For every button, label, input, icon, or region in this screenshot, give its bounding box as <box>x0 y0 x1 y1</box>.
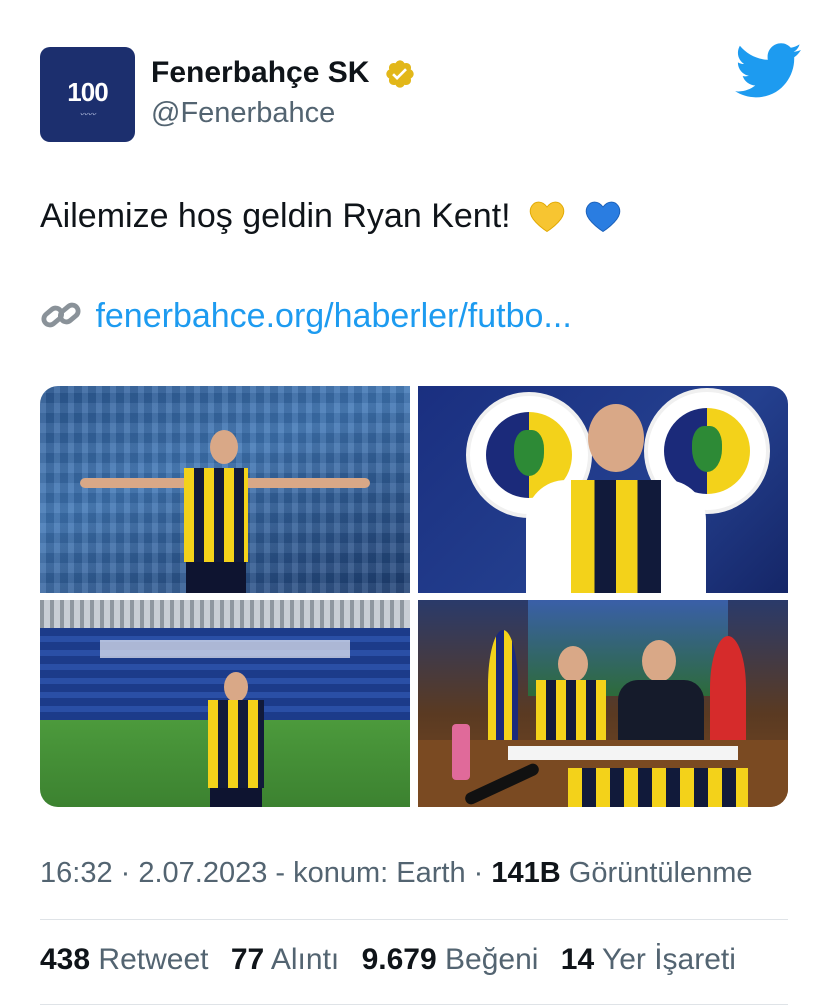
player-head <box>558 646 588 682</box>
likes-count: 9.679 <box>361 943 437 976</box>
tweet-text-content: Ailemize hoş geldin Ryan Kent! <box>40 197 511 235</box>
media-grid <box>40 386 788 807</box>
photo-club-crest-portrait[interactable] <box>418 386 788 593</box>
papers <box>508 746 738 760</box>
retweets-stat[interactable]: 438 Retweet <box>40 943 217 976</box>
quotes-count: 77 <box>230 943 265 976</box>
avatar[interactable]: 100 〰〰 <box>40 47 135 142</box>
views-label: Görüntülenme <box>568 857 753 889</box>
player-head <box>210 430 238 464</box>
account-handle[interactable]: @Fenerbahce <box>151 97 335 130</box>
water-bottle <box>452 724 470 780</box>
tweet-link-row: fenerbahce.org/haberler/futbo... <box>40 297 572 336</box>
article-link[interactable]: fenerbahce.org/haberler/futbo... <box>95 297 571 335</box>
bookmarks-stat[interactable]: 14 Yer İşareti <box>561 943 736 976</box>
turkey-flag <box>710 636 746 740</box>
player-head <box>224 672 248 702</box>
player-shorts <box>210 788 262 807</box>
quotes-label: Alıntı <box>270 943 340 976</box>
photo-contract-signing[interactable] <box>418 600 788 807</box>
likes-stat[interactable]: 9.679 Beğeni <box>362 943 547 976</box>
player-head <box>588 404 644 472</box>
bookmarks-count: 14 <box>560 943 595 976</box>
player-shirt <box>208 700 264 788</box>
retweets-label: Retweet <box>98 943 209 976</box>
photo-stadium-pitch[interactable] <box>40 600 410 807</box>
account-name[interactable]: Fenerbahçe SK <box>151 56 369 90</box>
fenerbahce-100-logo-icon: 100 <box>67 77 108 107</box>
photo-stadium-crowd-wall[interactable] <box>40 386 410 593</box>
views-count: 141B <box>491 857 561 889</box>
quotes-stat[interactable]: 77 Alıntı <box>231 943 348 976</box>
stadium-sign <box>100 640 350 658</box>
player-shirt <box>184 468 248 562</box>
tweet-timestamp[interactable]: 16:32 · 2.07.2023 - konum: Earth · <box>40 857 483 889</box>
link-icon <box>41 302 81 328</box>
tweet-meta: 16:32 · 2.07.2023 - konum: Earth · 141B … <box>40 857 753 890</box>
retweets-count: 438 <box>40 943 91 976</box>
player-shirt <box>536 680 606 740</box>
bookmarks-label: Yer İşareti <box>601 943 736 976</box>
player-shorts <box>186 562 246 593</box>
tweet-text: Ailemize hoş geldin Ryan Kent! <box>40 197 622 236</box>
yellow-heart-icon <box>529 201 565 233</box>
official-suit <box>618 680 704 740</box>
avatar-signature: 〰〰 <box>79 110 96 119</box>
blue-heart-icon <box>585 201 620 233</box>
divider <box>40 919 788 920</box>
stadium-roof <box>40 600 410 628</box>
twitter-bird-icon <box>735 43 802 98</box>
player-jersey <box>526 480 706 593</box>
club-flag <box>488 630 518 740</box>
jersey-on-table <box>568 768 748 807</box>
likes-label: Beğeni <box>445 943 539 976</box>
verified-badge-icon <box>386 60 414 88</box>
divider <box>40 1004 788 1005</box>
official-head <box>642 640 676 682</box>
engagement-stats: 438 Retweet 77 Alıntı 9.679 Beğeni 14 Ye… <box>40 943 750 977</box>
